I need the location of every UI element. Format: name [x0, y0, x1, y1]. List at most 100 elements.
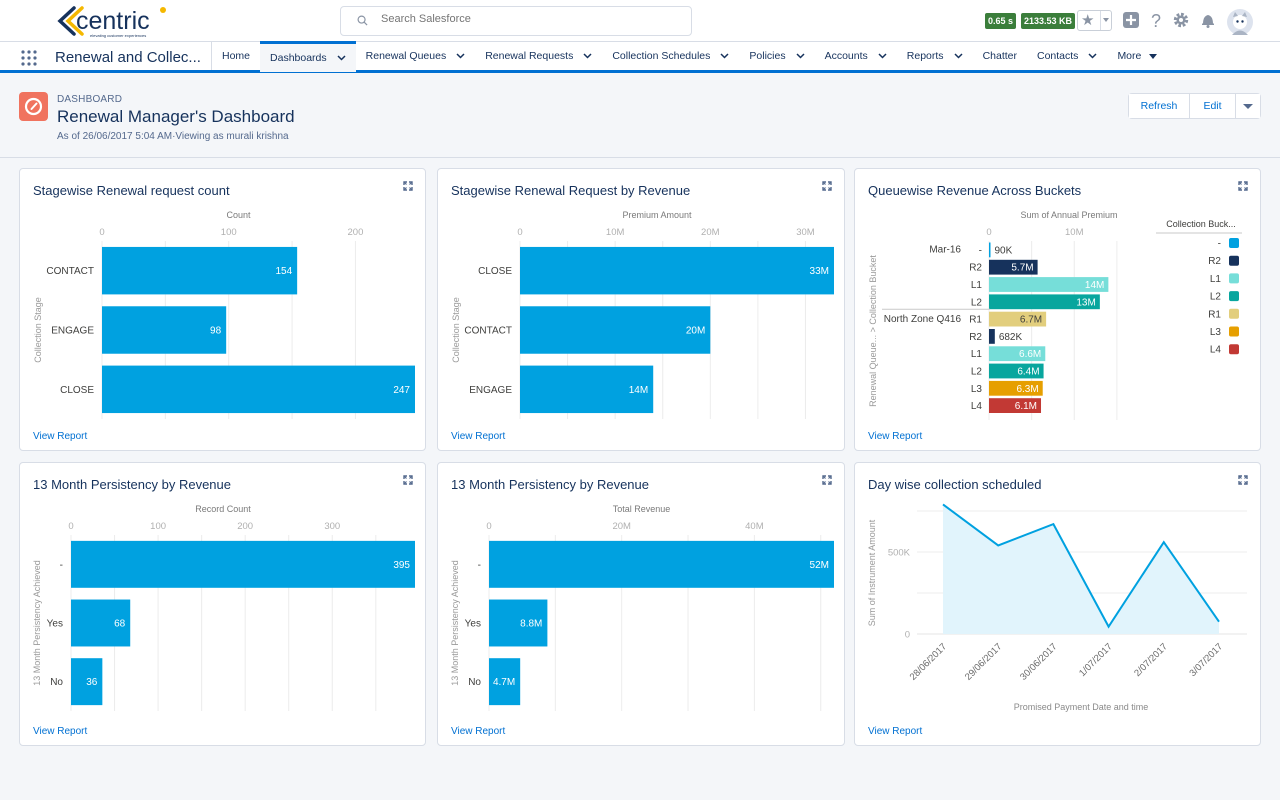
tab-accounts[interactable]: Accounts [815, 42, 897, 70]
bar-dash[interactable] [71, 540, 415, 588]
setup-gear-icon[interactable] [1172, 11, 1190, 29]
x-tick-label: 40M [745, 521, 764, 532]
add-icon[interactable] [1122, 11, 1140, 29]
bar-value-label: 52M [810, 560, 829, 571]
legend-swatch-r2 [1229, 255, 1239, 266]
tab-chatter[interactable]: Chatter [973, 42, 1027, 70]
legend-swatch-l3 [1229, 326, 1239, 337]
tab-label: Policies [749, 50, 786, 62]
tab-contacts[interactable]: Contacts [1027, 42, 1107, 70]
x-tick-label: 0 [986, 227, 991, 238]
x-axis-title: Promised Payment Date and time [1014, 702, 1149, 712]
bar-value-label: 5.7M [1011, 263, 1033, 274]
data-point-29-06-2017[interactable] [995, 542, 1001, 548]
legend-swatch-l4 [1229, 344, 1239, 355]
chevron-down-icon[interactable] [878, 53, 887, 59]
y-axis-title: Collection Stage [33, 297, 43, 363]
search-icon [357, 15, 368, 26]
caret-down-icon[interactable] [1149, 53, 1158, 59]
data-point-3-07-2017[interactable] [1216, 619, 1222, 625]
x-tick-label: 28/06/2017 [908, 641, 949, 682]
bucket-label: L1 [971, 349, 983, 360]
tab-dashboards[interactable]: Dashboards [260, 41, 356, 72]
tab-label: Home [222, 50, 251, 62]
x-tick-label: 1/07/2017 [1077, 641, 1115, 679]
bar-close[interactable] [520, 246, 834, 295]
data-point-30-06-2017[interactable] [1050, 521, 1056, 527]
search-input[interactable] [381, 13, 661, 25]
bucket-label: L2 [971, 297, 983, 308]
legend-label: - [1218, 239, 1221, 250]
tab-label: Reports [906, 50, 944, 62]
favorites-button[interactable]: ★ [1077, 10, 1112, 31]
logo-wordmark: centric [76, 7, 150, 35]
bar-dash[interactable] [489, 540, 834, 588]
bar-engage[interactable] [102, 306, 227, 354]
tab-collection-schedules[interactable]: Collection Schedules [602, 42, 739, 70]
tab-label: Renewal Queues [365, 50, 447, 62]
tab-reports[interactable]: Reports [897, 42, 973, 70]
more-actions-button[interactable] [1236, 94, 1260, 118]
area-fill [943, 504, 1219, 634]
bar-value-label: 6.7M [1020, 315, 1042, 326]
tab-label: More [1117, 50, 1142, 62]
avatar[interactable] [1227, 9, 1253, 35]
chart-1: Count 0 100 200 Collection Stage CONTACT 154 EN… [33, 210, 415, 419]
tab-more[interactable]: More [1107, 42, 1167, 70]
legend-swatch-r1 [1229, 308, 1239, 319]
chevron-down-icon[interactable] [720, 53, 729, 59]
dashboard-component-3: Queuewise Revenue Across Buckets View Re… [854, 168, 1261, 451]
x-tick-label: 100 [150, 521, 166, 532]
bar-contact[interactable] [520, 306, 711, 354]
legend-swatch-dash [1229, 238, 1239, 248]
x-tick-label: 29/06/2017 [963, 641, 1004, 682]
x-tick-label: 0 [68, 521, 73, 532]
bar-mar-16-dash[interactable] [989, 242, 991, 258]
data-point-2-07-2017[interactable] [1161, 539, 1167, 545]
favorites-dropdown-icon[interactable] [1103, 18, 1109, 22]
bar-close[interactable] [102, 365, 415, 414]
bar-north-zone-q416-r2[interactable] [989, 329, 995, 344]
bucket-label: - [979, 245, 982, 256]
x-tick-label: 100 [221, 227, 237, 238]
bar-contact[interactable] [102, 246, 298, 295]
bar-value-label: 14M [629, 385, 648, 396]
category-label: CONTACT [46, 266, 94, 277]
bucket-label: L3 [971, 384, 983, 395]
edit-button[interactable]: Edit [1190, 94, 1236, 118]
nav-tabs: Home Dashboards Renewal Queues Renewal Requ… [212, 41, 1167, 72]
tab-policies[interactable]: Policies [739, 42, 814, 70]
chevron-down-icon[interactable] [583, 53, 592, 59]
tab-renewal-requests[interactable]: Renewal Requests [475, 42, 602, 70]
x-tick-label: 3/07/2017 [1187, 641, 1225, 679]
category-label: CLOSE [60, 385, 94, 396]
dashboard-component-4: 13 Month Persistency by Revenue View Rep… [19, 462, 426, 746]
app-launcher-icon[interactable] [20, 49, 38, 67]
chevron-down-icon[interactable] [796, 53, 805, 59]
refresh-button[interactable]: Refresh [1129, 94, 1190, 118]
chevron-down-icon[interactable] [456, 53, 465, 59]
legend-label: R1 [1208, 309, 1221, 320]
app-navigation-bar: Renewal and Collec... Home Dashboards Rene… [0, 41, 1280, 73]
dashboard-component-6: Day wise collection scheduled View Repor… [854, 462, 1261, 746]
legend-label: L4 [1210, 345, 1222, 356]
data-point-28-06-2017[interactable] [940, 501, 946, 507]
bar-value-label: 14M [1085, 280, 1104, 291]
legend-title: Collection Buck... [1166, 219, 1236, 229]
chevron-down-icon[interactable] [1088, 53, 1097, 59]
data-point-1-07-2017[interactable] [1106, 624, 1112, 630]
x-tick-label: 0 [517, 227, 522, 238]
app-name: Renewal and Collec... [55, 49, 201, 66]
tab-renewal-queues[interactable]: Renewal Queues [356, 42, 476, 70]
dashboard-component-1: Stagewise Renewal request count View Rep… [19, 168, 426, 451]
category-label: Yes [465, 619, 481, 630]
help-icon[interactable]: ? [1147, 11, 1165, 29]
centric-logo[interactable]: centric elevating customer experiences [52, 2, 187, 40]
dashboard-timestamp: As of 26/06/2017 5:04 AM·Viewing as mura… [57, 131, 289, 142]
chevron-down-icon[interactable] [337, 55, 346, 61]
bar-value-label: 682K [999, 332, 1023, 343]
notification-bell-icon[interactable] [1199, 11, 1217, 29]
chevron-down-icon[interactable] [954, 53, 963, 59]
global-search[interactable] [340, 6, 692, 36]
tab-home[interactable]: Home [212, 42, 260, 70]
